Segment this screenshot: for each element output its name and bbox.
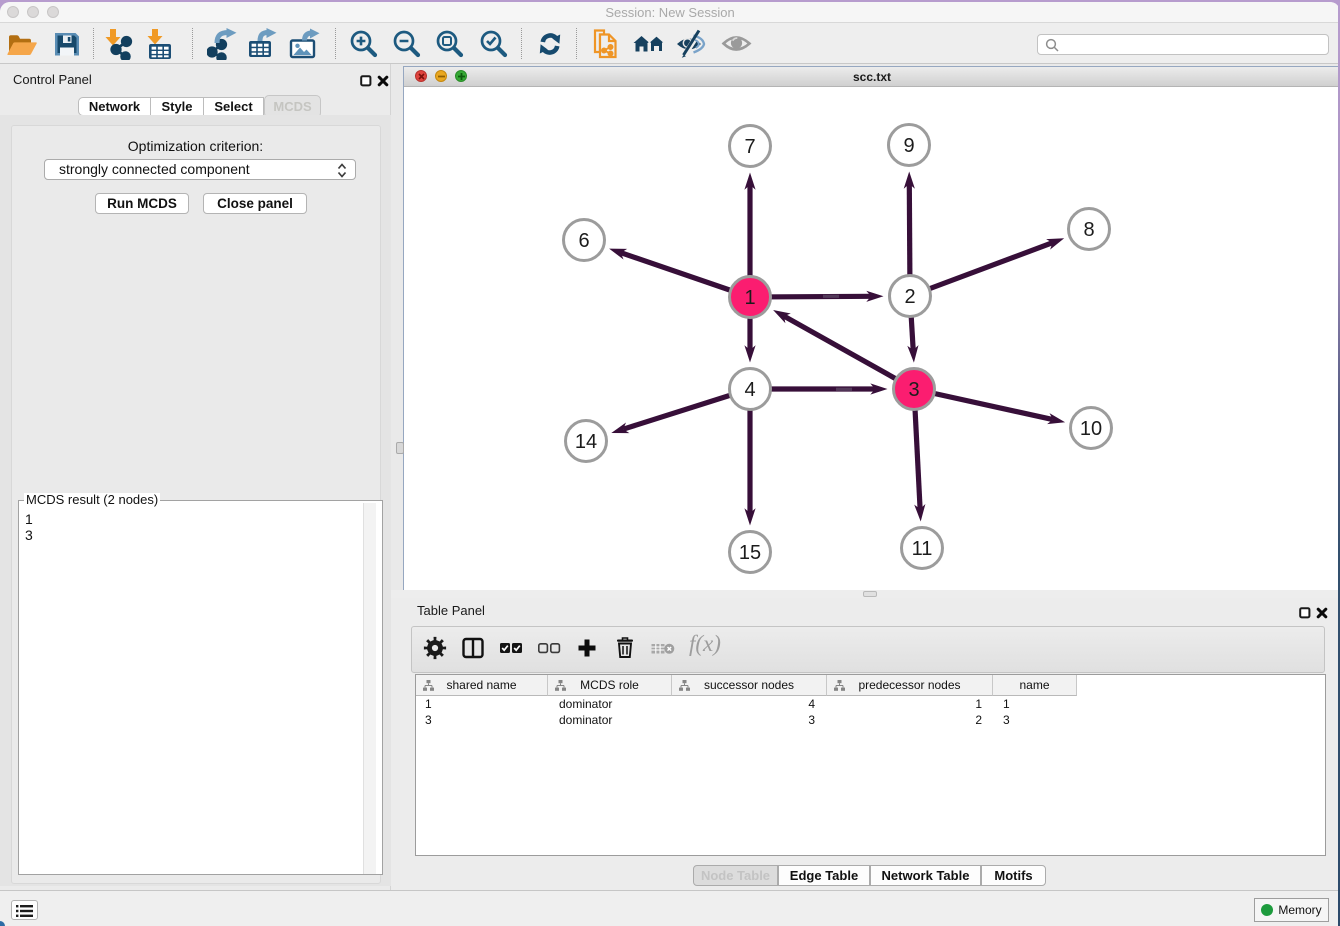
svg-text:9: 9	[903, 135, 914, 157]
svg-text:15: 15	[739, 542, 761, 564]
svg-text:7: 7	[744, 136, 755, 158]
svg-text:11: 11	[912, 538, 933, 560]
svg-text:2: 2	[904, 286, 915, 308]
svg-text:6: 6	[578, 230, 589, 252]
svg-text:10: 10	[1080, 418, 1102, 440]
svg-text:4: 4	[744, 379, 755, 401]
svg-text:14: 14	[575, 431, 597, 453]
svg-text:1: 1	[744, 287, 755, 309]
svg-text:8: 8	[1083, 219, 1094, 241]
svg-text:3: 3	[908, 379, 919, 401]
